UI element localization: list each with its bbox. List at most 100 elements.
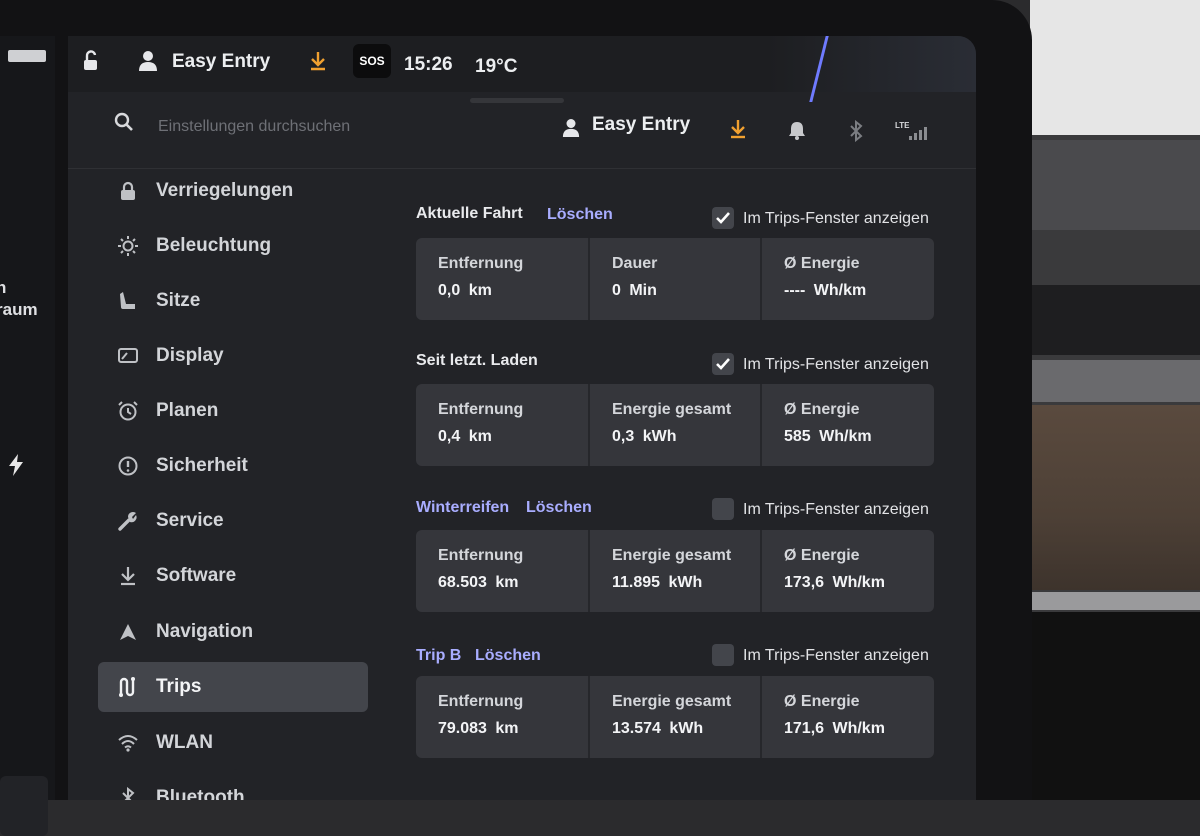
wifi-icon bbox=[116, 731, 140, 755]
stat-value: 171,6 Wh/km bbox=[784, 720, 885, 737]
battery-indicator bbox=[8, 50, 46, 62]
dashboard-lower bbox=[1030, 612, 1200, 800]
dashboard-vent bbox=[1030, 285, 1200, 355]
sidebar-item-trips[interactable]: Trips bbox=[98, 662, 368, 712]
stat-value: 0 Min bbox=[612, 282, 657, 299]
bell-icon[interactable] bbox=[788, 120, 806, 145]
map-panel: n raum bbox=[0, 36, 55, 836]
download-icon bbox=[116, 564, 140, 588]
sidebar-item-bluetooth[interactable]: Bluetooth bbox=[98, 773, 368, 800]
lte-signal-icon: LTE bbox=[895, 120, 929, 147]
alarm-icon bbox=[116, 399, 140, 423]
dashboard-strip bbox=[1030, 592, 1200, 610]
sun-icon bbox=[116, 234, 140, 258]
sidebar-item-software[interactable]: Software bbox=[98, 551, 368, 601]
stat-value: 0,0 km bbox=[438, 282, 492, 299]
download-icon[interactable] bbox=[728, 118, 748, 145]
trip-title: Aktuelle Fahrt bbox=[416, 205, 523, 222]
outside-temperature: 19°C bbox=[475, 56, 518, 77]
stat-cell: Entfernung 0,0 km bbox=[416, 238, 588, 320]
trip-stats-card: Entfernung 79.083 km Energie gesamt 13.5… bbox=[416, 676, 934, 758]
sidebar-item-sicherheit[interactable]: Sicherheit bbox=[98, 441, 368, 491]
display-icon bbox=[116, 344, 140, 368]
search-icon[interactable] bbox=[114, 112, 134, 137]
user-icon[interactable] bbox=[562, 118, 580, 143]
stat-cell: Ø Energie 171,6 Wh/km bbox=[760, 676, 936, 758]
sidebar-item-planen[interactable]: Planen bbox=[98, 386, 368, 436]
unlock-icon[interactable] bbox=[80, 50, 102, 77]
stat-cell: Ø Energie ---- Wh/km bbox=[760, 238, 936, 320]
sidebar-item-sitze[interactable]: Sitze bbox=[98, 276, 368, 326]
stat-label: Ø Energie bbox=[784, 401, 860, 418]
stat-label: Entfernung bbox=[438, 547, 524, 564]
lock-icon bbox=[116, 179, 140, 203]
show-in-trips-checkbox[interactable] bbox=[712, 207, 734, 229]
sidebar-item-label: WLAN bbox=[156, 732, 213, 753]
show-in-trips-checkbox[interactable] bbox=[712, 353, 734, 375]
trip-stats-card: Entfernung 0,0 km Dauer 0 Min Ø Energie … bbox=[416, 238, 934, 320]
stat-label: Energie gesamt bbox=[612, 401, 732, 418]
sidebar-item-label: Planen bbox=[156, 400, 219, 421]
stat-label: Dauer bbox=[612, 255, 658, 272]
sidebar-item-label: Sitze bbox=[156, 290, 201, 311]
sidebar-item-service[interactable]: Service bbox=[98, 496, 368, 546]
clear-button[interactable]: Löschen bbox=[547, 206, 613, 224]
window-light bbox=[1030, 0, 1200, 135]
checkbox-label: Im Trips-Fenster anzeigen bbox=[743, 356, 929, 373]
show-in-trips-checkbox[interactable] bbox=[712, 644, 734, 666]
stat-value: 0,3 kWh bbox=[612, 428, 677, 445]
dashboard-trim bbox=[1030, 360, 1200, 402]
profile-name[interactable]: Easy Entry bbox=[172, 51, 270, 73]
sidebar-item-verriegelungen[interactable]: Verriegelungen bbox=[98, 166, 368, 216]
stat-label: Ø Energie bbox=[784, 255, 860, 272]
sos-button[interactable]: SOS bbox=[353, 44, 391, 78]
stat-label: Entfernung bbox=[438, 401, 524, 418]
bluetooth-icon[interactable] bbox=[849, 119, 863, 147]
stat-value: 585 Wh/km bbox=[784, 428, 872, 445]
sidebar-item-beleuchtung[interactable]: Beleuchtung bbox=[98, 221, 368, 271]
sidebar-item-label: Display bbox=[156, 345, 224, 366]
stat-label: Ø Energie bbox=[784, 693, 860, 710]
stat-cell: Ø Energie 173,6 Wh/km bbox=[760, 530, 936, 612]
trip-title: Seit letzt. Laden bbox=[416, 352, 538, 369]
map-text: n bbox=[0, 278, 7, 297]
sidebar-item-label: Navigation bbox=[156, 621, 254, 642]
stat-cell: Dauer 0 Min bbox=[588, 238, 762, 320]
stat-value: 68.503 km bbox=[438, 574, 519, 591]
download-icon[interactable] bbox=[308, 50, 328, 77]
header-profile-name[interactable]: Easy Entry bbox=[592, 114, 690, 136]
wood-trim bbox=[1030, 405, 1200, 590]
stat-value: 13.574 kWh bbox=[612, 720, 704, 737]
stat-value: 0,4 km bbox=[438, 428, 492, 445]
sidebar-item-wlan[interactable]: WLAN bbox=[98, 718, 368, 768]
alert-icon bbox=[116, 454, 140, 478]
checkbox-label: Im Trips-Fenster anzeigen bbox=[743, 210, 929, 227]
clear-button[interactable]: Löschen bbox=[475, 647, 541, 665]
clock: 15:26 bbox=[404, 54, 453, 75]
sidebar-item-display[interactable]: Display bbox=[98, 331, 368, 381]
clear-button[interactable]: Löschen bbox=[526, 499, 592, 517]
show-in-trips-checkbox[interactable] bbox=[712, 498, 734, 520]
trip-stats-card: Entfernung 0,4 km Energie gesamt 0,3 kWh… bbox=[416, 384, 934, 466]
sidebar-item-label: Trips bbox=[156, 676, 202, 697]
stat-value: ---- Wh/km bbox=[784, 282, 867, 299]
sidebar-item-label: Software bbox=[156, 565, 237, 586]
stat-cell: Energie gesamt 13.574 kWh bbox=[588, 676, 762, 758]
stat-cell: Energie gesamt 11.895 kWh bbox=[588, 530, 762, 612]
media-card[interactable] bbox=[0, 776, 48, 836]
stat-label: Entfernung bbox=[438, 693, 524, 710]
checkbox-label: Im Trips-Fenster anzeigen bbox=[743, 501, 929, 518]
stat-label: Entfernung bbox=[438, 255, 524, 272]
dashboard-panel bbox=[1030, 140, 1200, 230]
sidebar-item-navigation[interactable]: Navigation bbox=[98, 607, 368, 657]
drag-handle[interactable] bbox=[470, 98, 564, 103]
trip-title[interactable]: Winterreifen bbox=[416, 499, 509, 517]
user-icon[interactable] bbox=[138, 50, 158, 77]
checkbox-label: Im Trips-Fenster anzeigen bbox=[743, 647, 929, 664]
sidebar-item-label: Verriegelungen bbox=[156, 180, 294, 201]
search-input[interactable] bbox=[156, 114, 460, 140]
stat-value: 79.083 km bbox=[438, 720, 519, 737]
trip-title[interactable]: Trip B bbox=[416, 647, 461, 665]
settings-screen: Easy Entry SOS 15:26 19°C Easy Entry bbox=[68, 36, 976, 800]
wrench-icon bbox=[116, 509, 140, 533]
